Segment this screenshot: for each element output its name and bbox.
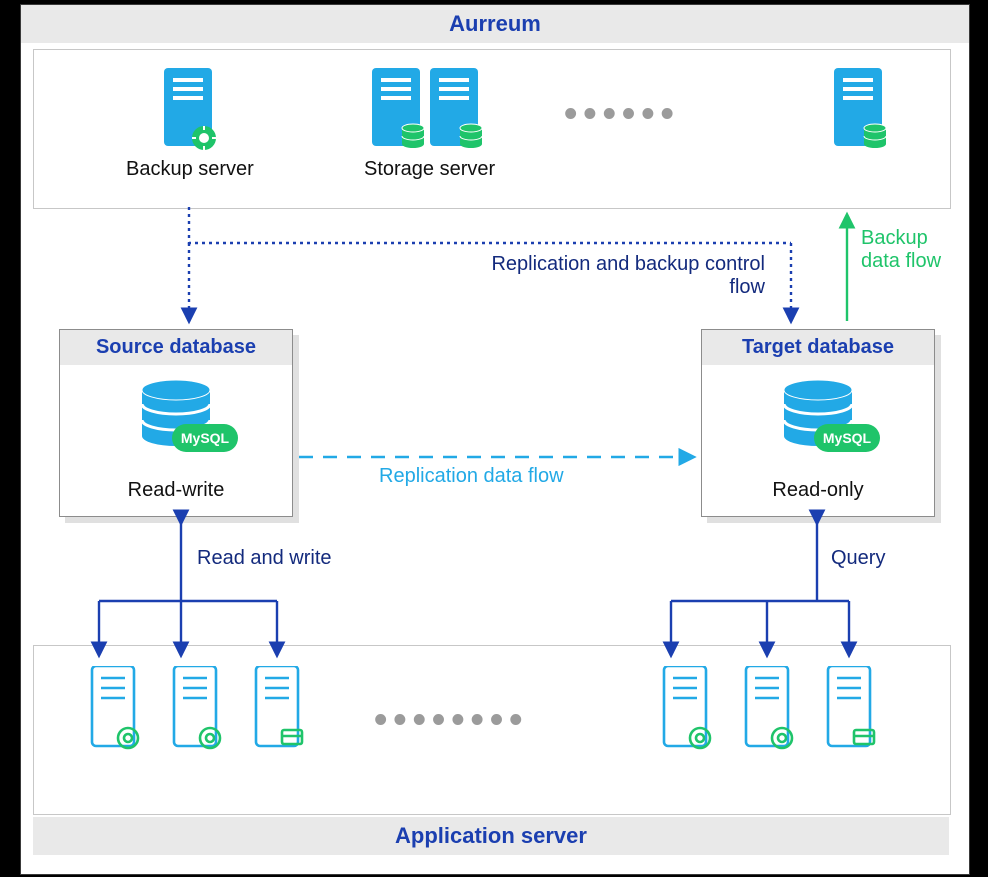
mysql-db-icon: MySQL	[776, 380, 886, 470]
backup-server-label: Backup server	[126, 158, 254, 181]
aurreum-ellipsis: ••••••	[564, 95, 680, 133]
target-database-title: Target database	[702, 330, 934, 365]
storage-server-label: Storage server	[364, 158, 495, 181]
appserver-ellipsis: ••••••••	[374, 701, 528, 739]
svg-text:MySQL: MySQL	[823, 430, 872, 446]
aurreum-container: •••••• Backup server Storage server	[33, 49, 951, 209]
flow-read-write-label: Read and write	[197, 547, 332, 570]
diagram-frame: Aurreum	[0, 0, 988, 877]
flow-query-label: Query	[831, 547, 885, 570]
target-db-mode-label: Read-only	[702, 479, 934, 502]
flow-replication-data-label: Replication data flow	[379, 465, 564, 488]
flow-replication-backup-control-label: Replication and backup control flow	[425, 253, 765, 299]
flow-backup-data-label: Backup data flow	[861, 227, 941, 273]
mysql-db-icon: MySQL	[134, 380, 244, 470]
diagram-canvas: Aurreum	[20, 4, 970, 875]
aurreum-title-bar: Aurreum	[21, 5, 969, 43]
appserver-title-bar: Application server	[33, 817, 949, 855]
appserver-container: ••••••••	[33, 645, 951, 815]
svg-text:MySQL: MySQL	[181, 430, 230, 446]
source-db-mode-label: Read-write	[60, 479, 292, 502]
source-database-box: Source database MySQL Read-write	[59, 329, 293, 517]
aurreum-servers-row	[34, 50, 950, 208]
target-database-box: Target database MySQL Read-only	[701, 329, 935, 517]
source-database-title: Source database	[60, 330, 292, 365]
